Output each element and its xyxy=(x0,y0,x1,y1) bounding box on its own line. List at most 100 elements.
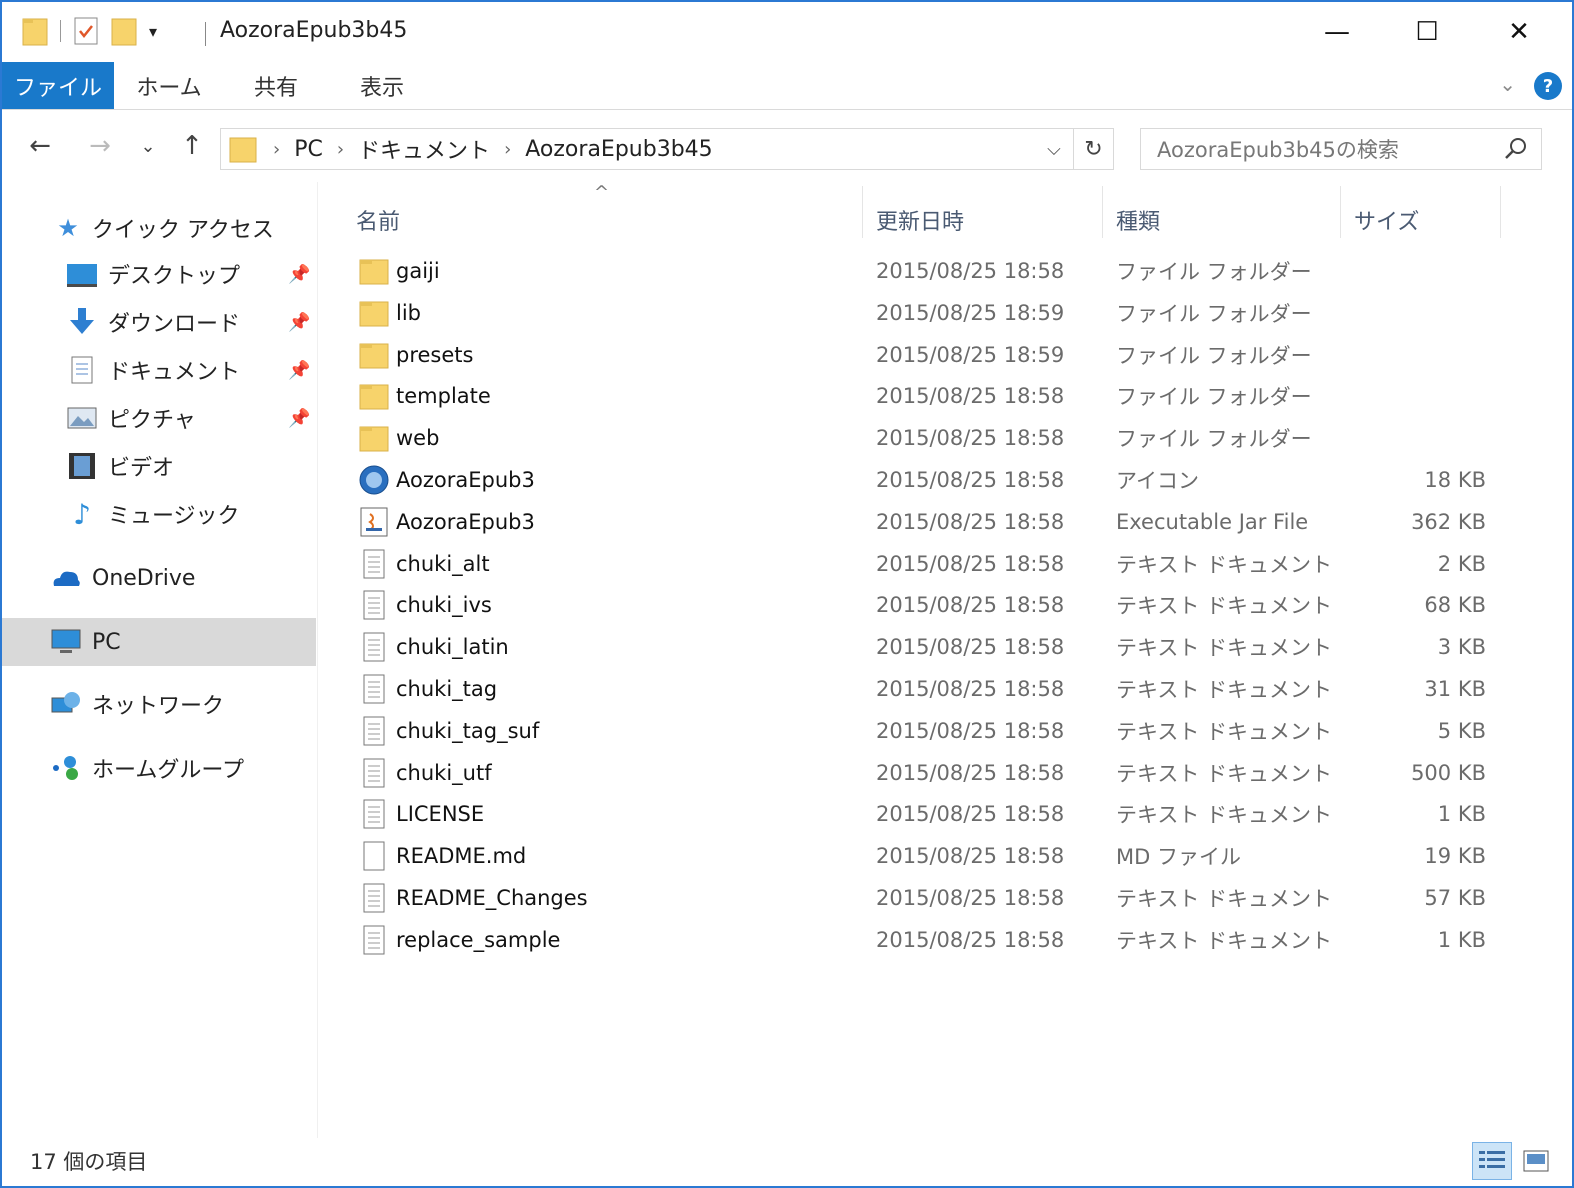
file-row[interactable]: chuki_ivs 2015/08/25 18:58 テキスト ドキュメント 68 K… xyxy=(350,584,1510,626)
column-header-size[interactable]: サイズ xyxy=(1354,192,1419,248)
pin-icon[interactable]: 📌 xyxy=(288,360,310,381)
tab-view[interactable]: 表示 xyxy=(328,62,436,109)
sidebar-item-onedrive[interactable]: OneDrive xyxy=(2,554,316,602)
file-row[interactable]: chuki_latin 2015/08/25 18:58 テキスト ドキュメント 3 … xyxy=(350,626,1510,668)
sidebar-item-music[interactable]: ♪ ミュージック xyxy=(2,490,316,538)
close-button[interactable]: ✕ xyxy=(1474,2,1564,62)
file-row[interactable]: chuki_alt 2015/08/25 18:58 テキスト ドキュメント 2 KB xyxy=(350,543,1510,585)
tab-share[interactable]: 共有 xyxy=(224,62,328,109)
file-size: 19 KB xyxy=(1424,844,1486,869)
address-bar[interactable]: › PC › ドキュメント › AozoraEpub3b45 ⌵ ↻ xyxy=(220,128,1114,170)
file-row[interactable]: presets 2015/08/25 18:59 ファイル フォルダー xyxy=(350,334,1510,376)
text-file-icon xyxy=(363,549,385,579)
item-count: 17 個の項目 xyxy=(30,1150,148,1174)
file-row[interactable]: README.md 2015/08/25 18:58 MD ファイル 19 KB xyxy=(350,835,1510,877)
pin-icon[interactable]: 📌 xyxy=(288,264,310,285)
file-type: ファイル フォルダー xyxy=(1116,301,1312,326)
recent-locations-button[interactable]: ⌄ xyxy=(130,128,166,164)
document-icon xyxy=(71,356,93,384)
address-dropdown-icon[interactable]: ⌵ xyxy=(1035,129,1073,169)
ribbon-expand-icon[interactable]: ⌄ xyxy=(1499,72,1516,96)
chevron-right-icon[interactable]: › xyxy=(337,139,344,160)
breadcrumb-current[interactable]: AozoraEpub3b45 xyxy=(525,137,712,162)
text-file-icon xyxy=(363,590,385,620)
details-view-button[interactable] xyxy=(1472,1142,1512,1180)
file-row[interactable]: chuki_utf 2015/08/25 18:58 テキスト ドキュメント 500 … xyxy=(350,752,1510,794)
file-row[interactable]: AozoraEpub3 2015/08/25 18:58 アイコン 18 KB xyxy=(350,459,1510,501)
sidebar-item-documents[interactable]: ドキュメント 📌 xyxy=(2,346,316,394)
pin-icon[interactable]: 📌 xyxy=(288,312,310,333)
sidebar-item-homegroup[interactable]: ホームグループ xyxy=(2,744,316,792)
file-date: 2015/08/25 18:58 xyxy=(876,593,1065,618)
sidebar-item-quick-access[interactable]: ★ クイック アクセス xyxy=(2,204,316,252)
navigation-pane: ★ クイック アクセス デスクトップ 📌 ダウンロード 📌 ドキュメント 📌 ピ… xyxy=(2,182,318,1138)
file-date: 2015/08/25 18:58 xyxy=(876,718,1065,743)
column-divider[interactable] xyxy=(1500,186,1501,238)
sidebar-item-downloads[interactable]: ダウンロード 📌 xyxy=(2,298,316,346)
file-size: 3 KB xyxy=(1437,635,1486,660)
sidebar-item-pictures[interactable]: ピクチャ 📌 xyxy=(2,394,316,442)
new-folder-icon[interactable] xyxy=(111,16,137,46)
breadcrumb-pc[interactable]: PC xyxy=(294,137,323,162)
file-row[interactable]: AozoraEpub3 2015/08/25 18:58 Executable Ja… xyxy=(350,501,1510,543)
video-icon xyxy=(69,453,95,479)
chevron-right-icon[interactable]: › xyxy=(504,139,511,160)
text-file-icon xyxy=(363,883,385,913)
file-row[interactable]: web 2015/08/25 18:58 ファイル フォルダー xyxy=(350,417,1510,459)
file-row[interactable]: gaiji 2015/08/25 18:58 ファイル フォルダー xyxy=(350,250,1510,292)
folder-icon xyxy=(359,259,389,285)
sidebar-item-pc[interactable]: PC xyxy=(2,618,316,666)
breadcrumb-documents[interactable]: ドキュメント xyxy=(358,133,490,165)
download-icon xyxy=(70,308,94,334)
desktop-icon xyxy=(67,264,97,287)
file-row[interactable]: lib 2015/08/25 18:59 ファイル フォルダー xyxy=(350,292,1510,334)
up-button[interactable]: ↑ xyxy=(174,128,210,164)
file-date: 2015/08/25 18:58 xyxy=(876,468,1065,492)
file-name: lib xyxy=(396,300,421,325)
refresh-button[interactable]: ↻ xyxy=(1073,129,1113,169)
search-icon[interactable] xyxy=(1503,136,1529,162)
chevron-right-icon[interactable]: › xyxy=(273,139,280,160)
file-type: テキスト ドキュメント xyxy=(1116,761,1333,786)
file-row[interactable]: template 2015/08/25 18:58 ファイル フォルダー xyxy=(350,375,1510,417)
sidebar-item-videos[interactable]: ビデオ xyxy=(2,442,316,490)
customize-dropdown-icon[interactable]: ▾ xyxy=(149,22,157,41)
tab-file[interactable]: ファイル xyxy=(2,62,114,109)
file-row[interactable]: README_Changes 2015/08/25 18:58 テキスト ドキュメン… xyxy=(350,877,1510,919)
back-button[interactable]: ← xyxy=(22,128,58,164)
column-divider[interactable] xyxy=(862,186,863,238)
sidebar-item-network[interactable]: ネットワーク xyxy=(2,680,316,728)
file-type: テキスト ドキュメント xyxy=(1116,678,1333,702)
properties-icon[interactable] xyxy=(73,16,99,46)
file-type: ファイル フォルダー xyxy=(1116,260,1312,284)
maximize-button[interactable]: ☐ xyxy=(1382,2,1472,62)
search-box[interactable]: AozoraEpub3b45の検索 xyxy=(1140,128,1542,170)
sidebar-label: ミュージック xyxy=(108,504,240,529)
column-divider[interactable] xyxy=(1102,186,1103,238)
folder-icon[interactable] xyxy=(22,16,48,46)
column-header-date[interactable]: 更新日時 xyxy=(876,192,964,248)
minimize-button[interactable]: — xyxy=(1292,2,1382,62)
onedrive-icon xyxy=(53,571,80,586)
forward-button[interactable]: → xyxy=(82,128,118,164)
text-file-icon xyxy=(363,632,385,662)
file-row[interactable]: chuki_tag 2015/08/25 18:58 テキスト ドキュメント 31 K… xyxy=(350,668,1510,710)
file-size xyxy=(1370,250,1486,292)
blank-file-icon xyxy=(363,841,385,871)
file-date: 2015/08/25 18:59 xyxy=(876,300,1065,325)
file-row[interactable]: chuki_tag_suf 2015/08/25 18:58 テキスト ドキュメント… xyxy=(350,710,1510,752)
column-divider[interactable] xyxy=(1340,186,1341,238)
file-size xyxy=(1370,417,1486,459)
file-row[interactable]: LICENSE 2015/08/25 18:58 テキスト ドキュメント 1 KB xyxy=(350,793,1510,835)
file-row[interactable]: replace_sample 2015/08/25 18:58 テキスト ドキュメン… xyxy=(350,919,1510,961)
folder-icon xyxy=(359,384,389,410)
file-name: gaiji xyxy=(396,259,440,283)
pin-icon[interactable]: 📌 xyxy=(288,408,310,429)
help-button[interactable]: ? xyxy=(1534,72,1562,100)
large-icons-view-button[interactable] xyxy=(1516,1142,1556,1180)
column-header-name[interactable]: 名前 xyxy=(356,192,400,248)
app-icon xyxy=(359,465,389,495)
tab-home[interactable]: ホーム xyxy=(114,62,224,109)
column-header-type[interactable]: 種類 xyxy=(1116,192,1160,248)
sidebar-item-desktop[interactable]: デスクトップ 📌 xyxy=(2,250,316,298)
